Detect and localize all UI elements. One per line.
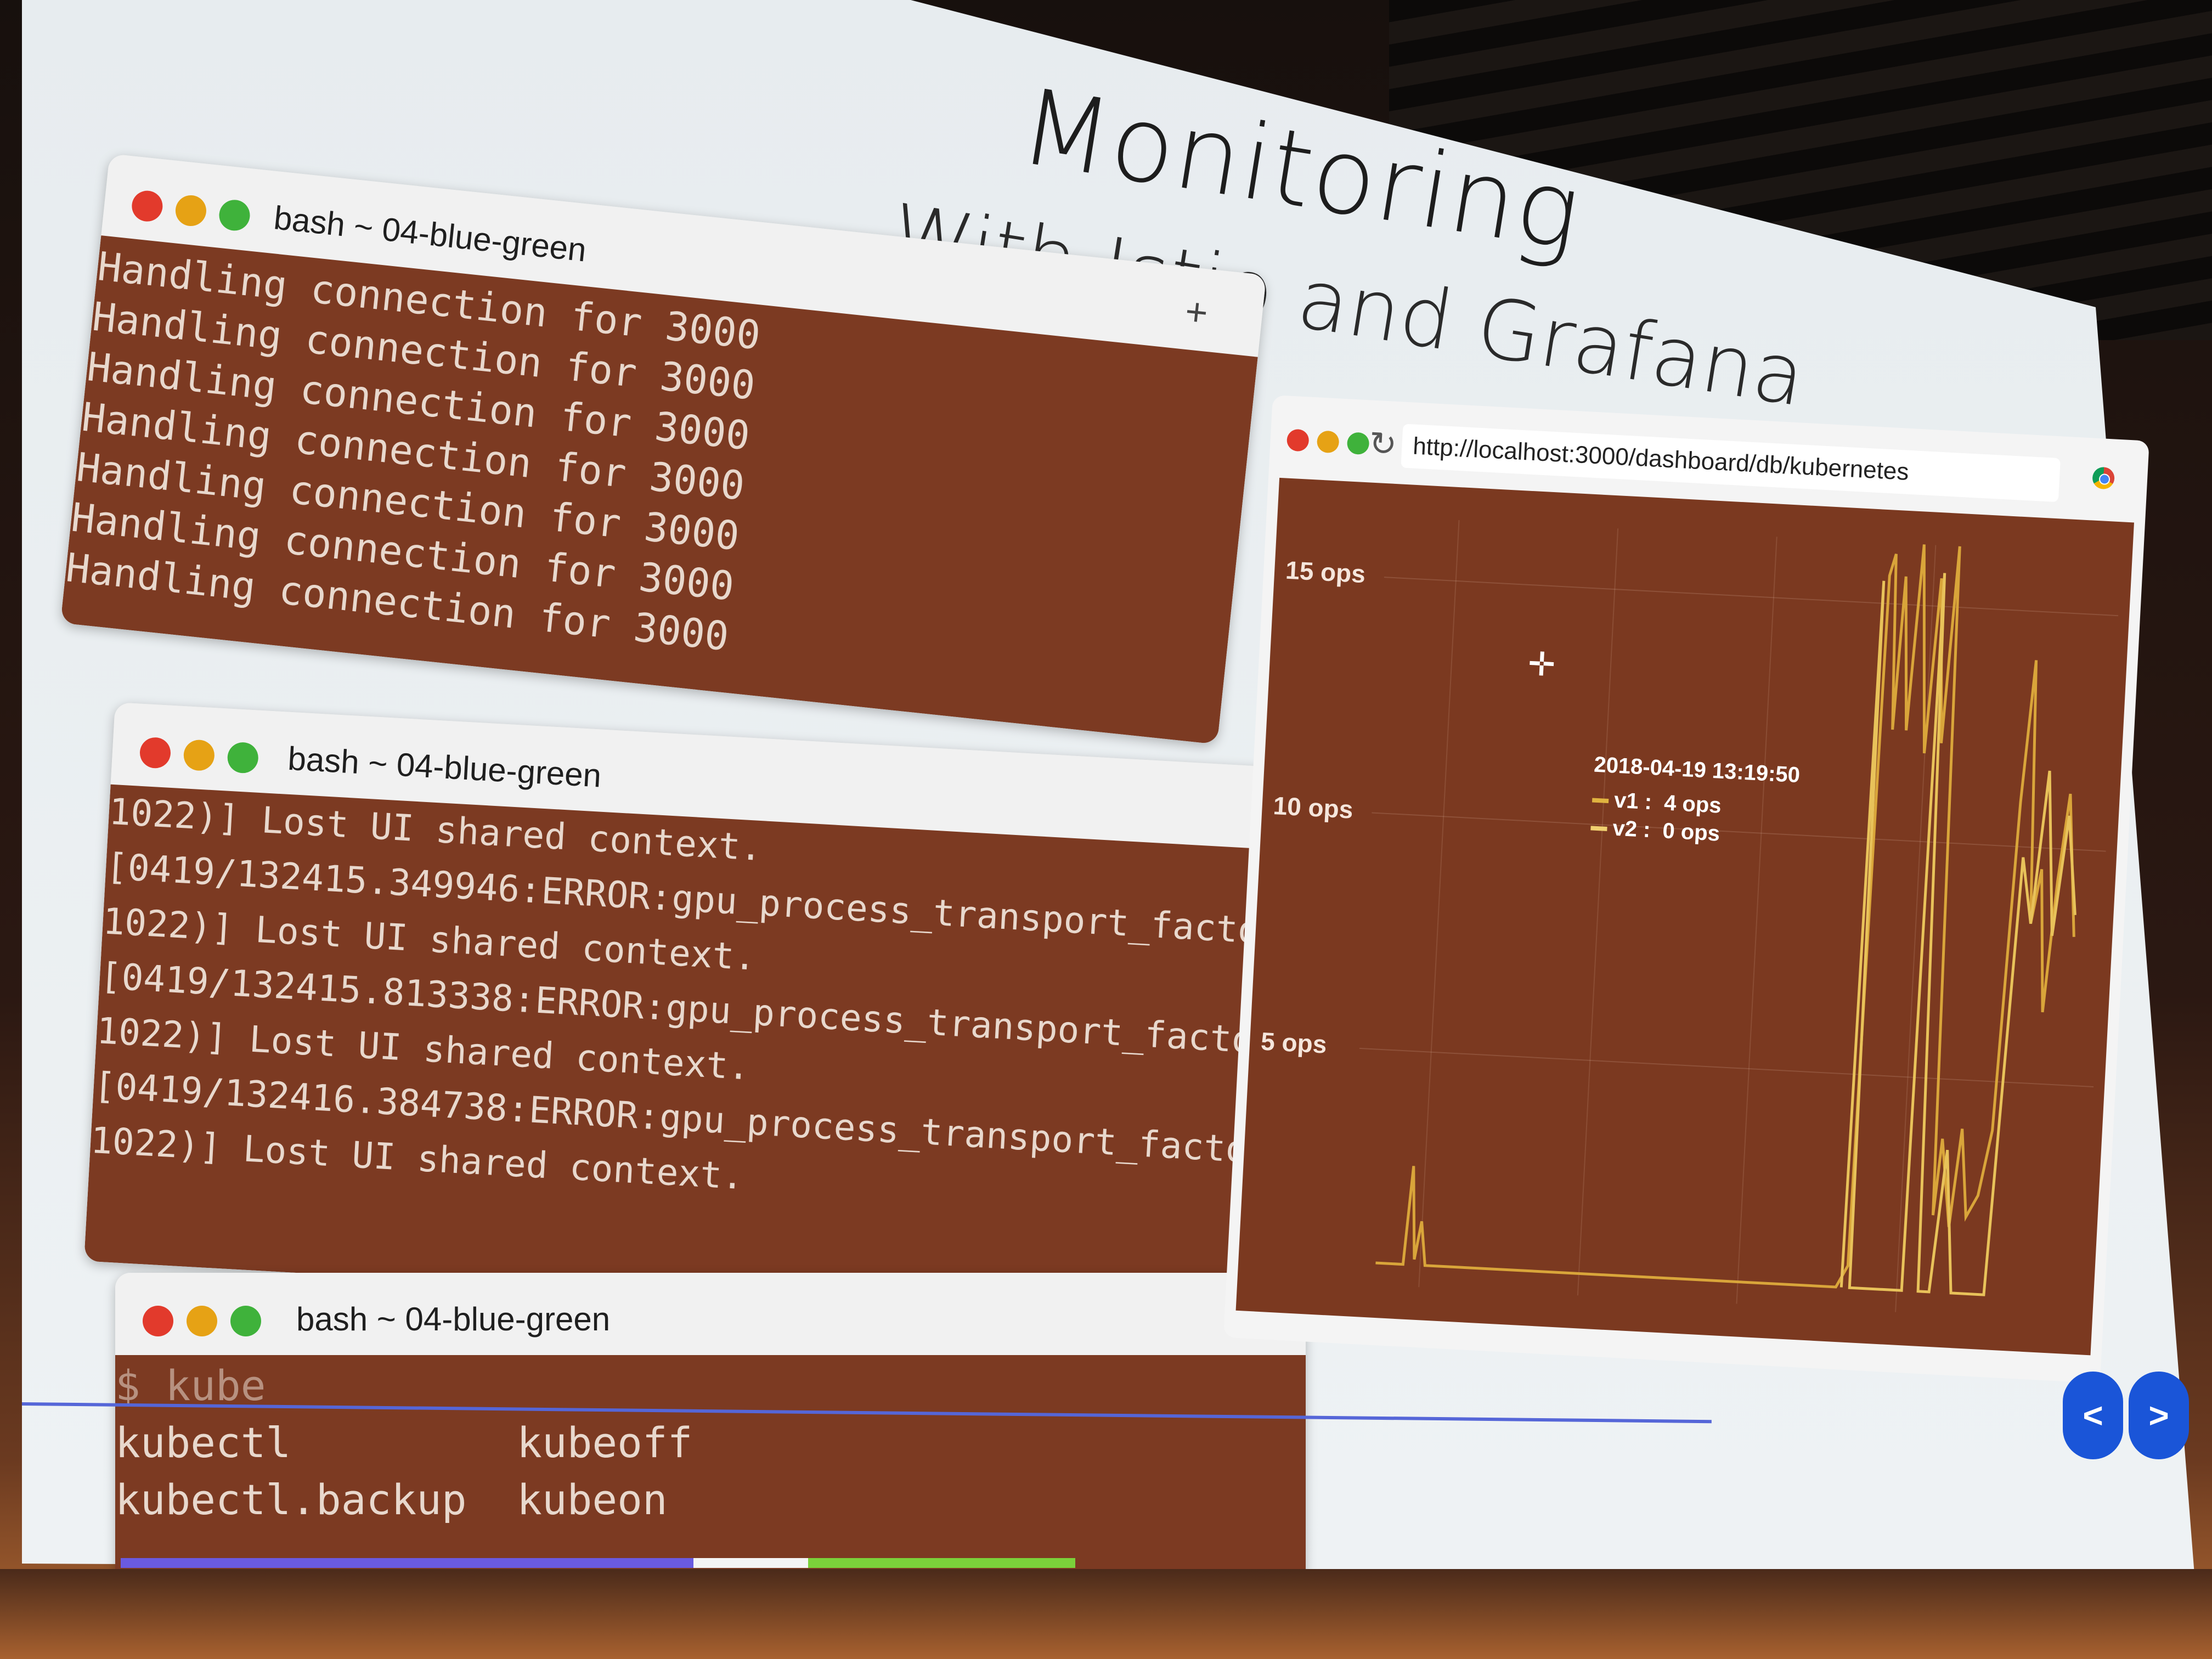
terminal-line: kubectl kubeoff: [115, 1418, 693, 1467]
maximize-button[interactable]: [230, 1306, 261, 1336]
reload-icon[interactable]: ↻: [1368, 424, 1398, 464]
chrome-icon[interactable]: [2092, 466, 2115, 490]
minimize-button[interactable]: [1316, 430, 1340, 454]
terminal-titlebar[interactable]: bash ~ 04-blue-green: [115, 1273, 1306, 1355]
close-button[interactable]: [1286, 428, 1310, 452]
close-button[interactable]: [130, 189, 165, 223]
terminal-window-2[interactable]: bash ~ 04-blue-green 1022)] Lost UI shar…: [84, 702, 1299, 1327]
terminal-line: kubectl.backup kubeon: [115, 1475, 668, 1524]
terminal-title: bash ~ 04-blue-green: [296, 1301, 611, 1338]
next-slide-button[interactable]: >: [2129, 1372, 2189, 1459]
terminal-output-3[interactable]: $ kube kubectl kubeoff kubectl.backup ku…: [115, 1355, 1306, 1580]
minimize-button[interactable]: [174, 194, 208, 228]
minimize-button[interactable]: [187, 1306, 217, 1336]
ops-line-chart: [1375, 544, 2076, 1296]
stage-floor: [0, 1569, 2212, 1659]
maximize-button[interactable]: [217, 198, 252, 233]
maximize-button[interactable]: [227, 741, 259, 774]
terminal-title: bash ~ 04-blue-green: [286, 740, 602, 794]
terminal-window-3[interactable]: bash ~ 04-blue-green $ kube kubectl kube…: [115, 1273, 1306, 1580]
terminal-status-bar: [121, 1558, 1075, 1568]
series-line-v2: [1839, 573, 2076, 1296]
previous-slide-button[interactable]: <: [2063, 1372, 2123, 1459]
browser-window[interactable]: ↻ http://localhost:3000/dashboard/db/kub…: [1223, 395, 2149, 1384]
close-button[interactable]: [143, 1306, 173, 1336]
terminal-output-2[interactable]: 1022)] Lost UI shared context. [0419/132…: [84, 784, 1294, 1327]
projector-screen: Monitoring With Istio and Grafana bash ~…: [0, 0, 2212, 1659]
new-tab-plus-icon[interactable]: +: [1183, 289, 1210, 335]
maximize-button[interactable]: [1346, 432, 1370, 455]
minimize-button[interactable]: [183, 739, 216, 772]
series-line-v1: [1375, 544, 2075, 1289]
grafana-panel[interactable]: 15 ops 10 ops 5 ops ✛ 2018-04-19 13:19:5…: [1235, 477, 2134, 1356]
close-button[interactable]: [139, 736, 172, 769]
